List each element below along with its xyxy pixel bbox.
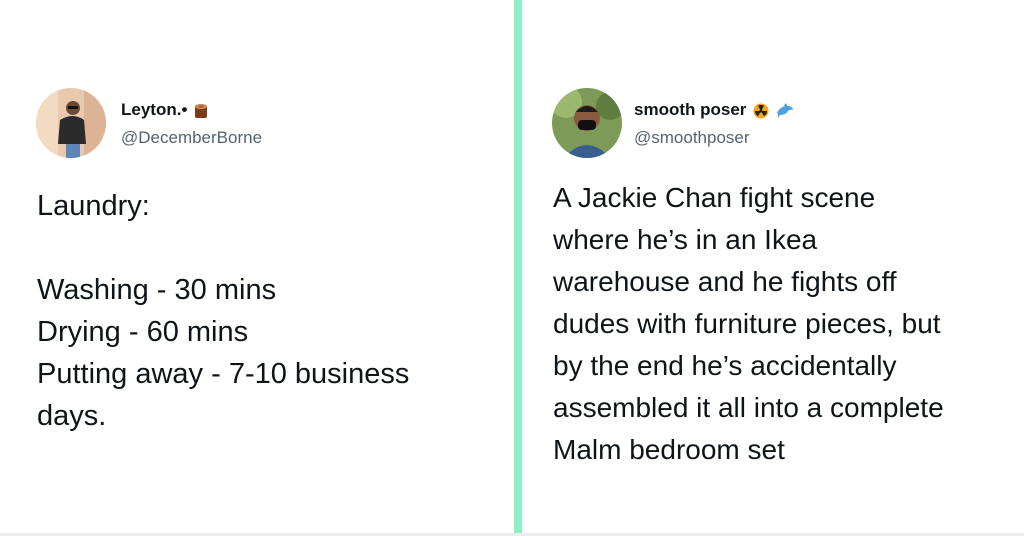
tweet-line: Malm bedroom set bbox=[553, 434, 785, 465]
tweet-line: where he’s in an Ikea bbox=[553, 224, 818, 255]
user-handle[interactable]: @smoothposer bbox=[634, 127, 750, 149]
display-name-text: Leyton.• bbox=[121, 100, 188, 119]
avatar-photo bbox=[36, 88, 106, 158]
radioactive-icon bbox=[753, 103, 769, 119]
tweet-line bbox=[37, 227, 409, 269]
display-name-text: smooth poser bbox=[634, 100, 747, 119]
tweet-text: A Jackie Chan fight scene where he’s in … bbox=[553, 177, 944, 471]
display-name[interactable]: smooth poser bbox=[634, 99, 794, 121]
tweet-card-left: Leyton.• @DecemberBorne Laundry: Washing… bbox=[0, 0, 514, 536]
tweet-line: Washing - 30 mins bbox=[37, 274, 277, 306]
tweet-card-right: smooth poser @smoothposer A Jackie Chan … bbox=[522, 0, 1024, 536]
wood-log-icon bbox=[195, 103, 208, 118]
tweet-line: days. bbox=[37, 400, 107, 432]
tweet-line: Putting away - 7-10 business bbox=[37, 358, 410, 390]
avatar-decemberborne[interactable] bbox=[36, 88, 106, 158]
tweet-text: Laundry: Washing - 30 mins Drying - 60 m… bbox=[37, 185, 409, 437]
tweet-line: Drying - 60 mins bbox=[37, 316, 249, 348]
tweet-line: Laundry: bbox=[37, 190, 150, 222]
tweet-line: dudes with furniture pieces, but bbox=[553, 308, 941, 339]
user-handle[interactable]: @DecemberBorne bbox=[121, 127, 262, 149]
panel-divider bbox=[514, 0, 522, 536]
dolphin-icon bbox=[776, 102, 793, 118]
avatar-photo bbox=[552, 88, 622, 158]
tweet-line: by the end he’s accidentally bbox=[553, 350, 897, 381]
display-name[interactable]: Leyton.• bbox=[121, 99, 208, 121]
avatar-smoothposer[interactable] bbox=[552, 88, 622, 158]
tweet-line: A Jackie Chan fight scene bbox=[553, 182, 876, 213]
tweet-line: warehouse and he fights off bbox=[553, 266, 897, 297]
tweet-line: assembled it all into a complete bbox=[553, 392, 944, 423]
